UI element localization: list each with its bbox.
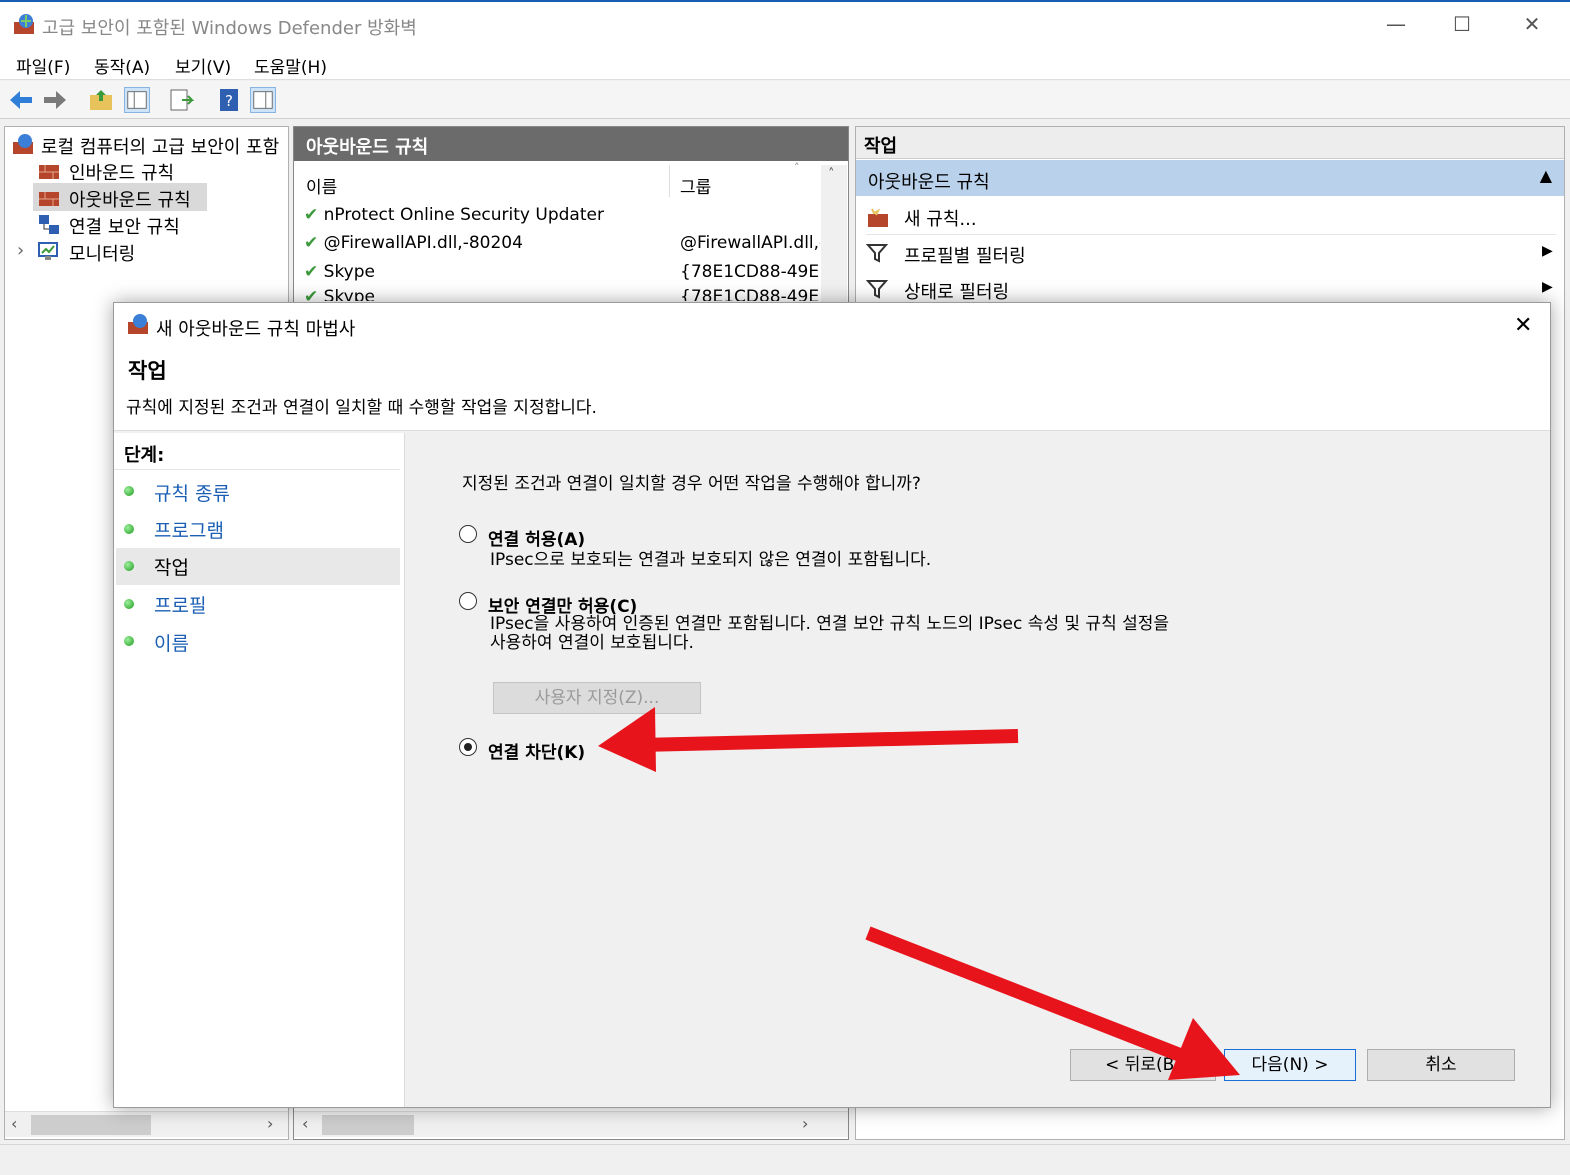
- annotation-arrows: [598, 707, 1240, 1080]
- arrow-to-block-option: [598, 707, 1019, 772]
- arrow-to-next-button: [865, 926, 1240, 1080]
